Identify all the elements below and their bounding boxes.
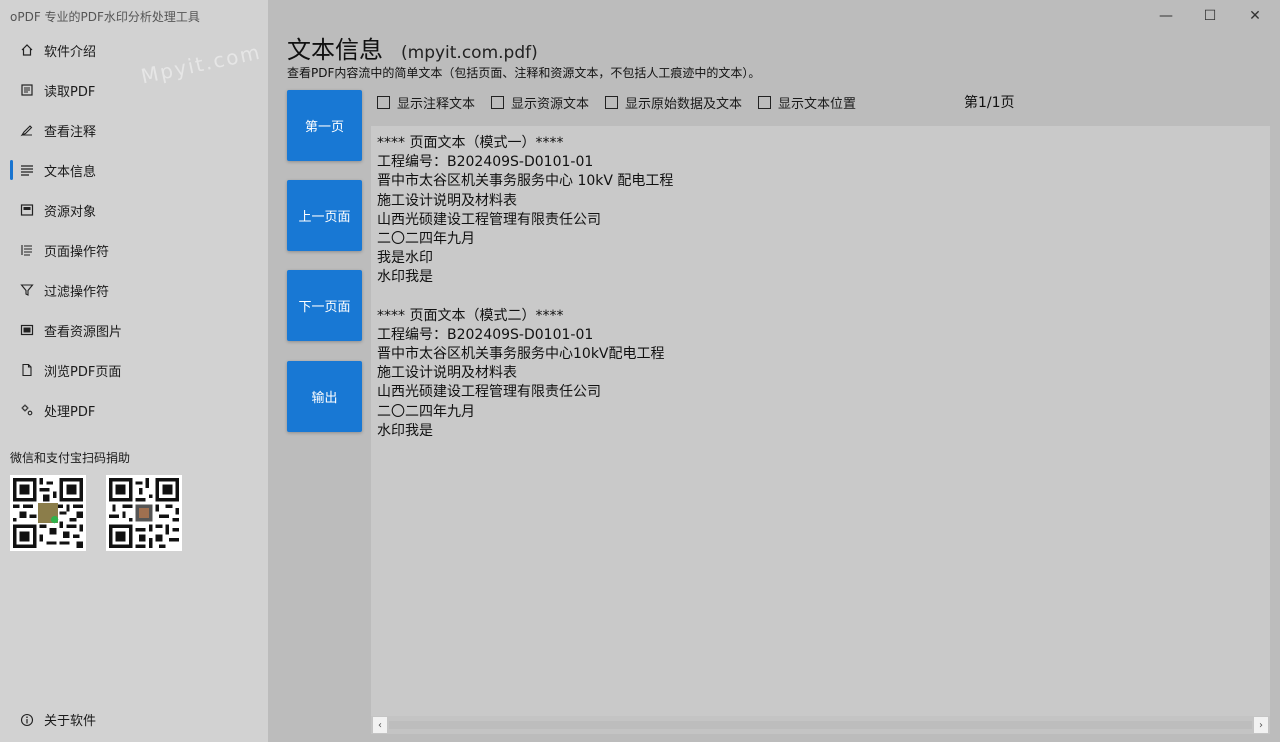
sidebar-item-label: 查看注释: [44, 124, 97, 140]
home-icon: [20, 43, 34, 57]
text-line: 晋中市太谷区机关事务服务中心10kV配电工程: [377, 346, 665, 363]
settings-icon: [20, 403, 34, 417]
edit-icon: [20, 123, 34, 137]
sidebar-item-read-pdf[interactable]: 读取PDF: [0, 70, 268, 110]
previous-page-button[interactable]: 上一页面: [287, 180, 362, 251]
filter-icon: [20, 283, 34, 297]
sidebar-item-intro[interactable]: 软件介绍: [0, 30, 268, 70]
page-title: 文本信息: [287, 36, 383, 64]
text-line: **** 页面文本（模式一）****: [377, 135, 564, 151]
sidebar-item-label: 页面操作符: [44, 244, 110, 260]
app-title: oPDF 专业的PDF水印分析处理工具: [10, 10, 200, 24]
text-line: 二〇二四年九月: [377, 403, 475, 420]
text-line: 工程编号：B202409S-D0101-01: [377, 326, 594, 343]
text-line: 施工设计说明及材料表: [377, 365, 517, 382]
export-button[interactable]: 输出: [287, 361, 362, 432]
sidebar-item-label: 处理PDF: [44, 404, 96, 420]
sidebar-item-label: 文本信息: [44, 164, 97, 180]
list-icon: [20, 243, 34, 257]
sidebar-item-page-operators[interactable]: 页面操作符: [0, 230, 268, 270]
sidebar-item-annotations[interactable]: 查看注释: [0, 110, 268, 150]
page-description: 查看PDF内容流中的简单文本（包括页面、注释和资源文本，不包括人工痕迹中的文本）…: [287, 66, 761, 80]
checkbox-label: 显示原始数据及文本: [625, 97, 743, 112]
sidebar-item-label: 浏览PDF页面: [44, 364, 122, 380]
wechat-qr-code: [10, 475, 86, 551]
text-line: 水印我是: [377, 269, 433, 286]
text-lines-icon: [20, 163, 34, 177]
page-indicator: 第1/1页: [964, 95, 1015, 111]
minimize-button[interactable]: —: [1143, 4, 1189, 28]
scroll-right-icon[interactable]: ›: [1254, 717, 1268, 733]
checkbox-box[interactable]: [377, 96, 390, 109]
sidebar-item-label: 过滤操作符: [44, 284, 110, 300]
text-line: 水印我是: [377, 422, 433, 439]
close-button[interactable]: ✕: [1232, 4, 1278, 28]
show-text-position-checkbox[interactable]: 显示文本位置: [758, 93, 856, 112]
checkbox-label: 显示注释文本: [397, 97, 476, 112]
about-button[interactable]: 关于软件: [20, 710, 96, 729]
sidebar-item-text-info[interactable]: 文本信息: [0, 150, 268, 190]
text-line: 山西光硕建设工程管理有限责任公司: [377, 211, 601, 228]
sidebar-item-filter-operators[interactable]: 过滤操作符: [0, 270, 268, 310]
checkbox-label: 显示文本位置: [778, 97, 857, 112]
text-line: 二〇二四年九月: [377, 230, 475, 247]
image-icon: [20, 323, 34, 337]
text-output-panel[interactable]: **** 页面文本（模式一）**** 工程编号：B202409S-D0101-0…: [371, 126, 1270, 734]
scroll-left-icon[interactable]: ‹: [373, 717, 387, 733]
sidebar-item-label: 资源对象: [44, 204, 97, 220]
alipay-qr-code: [106, 475, 182, 551]
text-line: 施工设计说明及材料表: [377, 192, 517, 209]
maximize-button[interactable]: ☐: [1187, 4, 1233, 28]
display-options: 显示注释文本 显示资源文本 显示原始数据及文本 显示文本位置: [377, 93, 872, 112]
next-page-button[interactable]: 下一页面: [287, 270, 362, 341]
donate-label: 微信和支付宝扫码捐助: [10, 451, 131, 465]
sidebar-item-resource-images[interactable]: 查看资源图片: [0, 310, 268, 350]
sidebar-nav: 软件介绍 读取PDF 查看注释 文本信息 资源对象 页面操作符 过滤操作符 查看…: [0, 30, 268, 430]
sidebar-item-browse-pages[interactable]: 浏览PDF页面: [0, 350, 268, 390]
document-icon: [20, 83, 34, 97]
page-heading: 文本信息 (mpyit.com.pdf): [287, 30, 538, 65]
scrollbar-track[interactable]: [389, 721, 1252, 729]
text-line: 晋中市太谷区机关事务服务中心 10kV 配电工程: [377, 173, 674, 190]
sidebar-item-label: 查看资源图片: [44, 324, 123, 340]
frame-icon: [20, 203, 34, 217]
horizontal-scrollbar[interactable]: ‹ ›: [371, 716, 1270, 734]
text-line: 工程编号：B202409S-D0101-01: [377, 154, 594, 171]
first-page-button[interactable]: 第一页: [287, 90, 362, 161]
file-name: (mpyit.com.pdf): [401, 43, 538, 63]
sidebar-item-label: 读取PDF: [44, 84, 96, 100]
sidebar: oPDF 专业的PDF水印分析处理工具 软件介绍 读取PDF 查看注释 文本信息…: [0, 0, 268, 742]
show-resource-text-checkbox[interactable]: 显示资源文本: [491, 93, 589, 112]
checkbox-box[interactable]: [491, 96, 505, 109]
text-line: [377, 288, 1260, 307]
checkbox-label: 显示资源文本: [511, 97, 590, 112]
text-line: 我是水印: [377, 250, 433, 267]
text-line: 山西光硕建设工程管理有限责任公司: [377, 384, 601, 401]
show-raw-data-checkbox[interactable]: 显示原始数据及文本: [605, 93, 742, 112]
sidebar-item-process-pdf[interactable]: 处理PDF: [0, 390, 268, 430]
show-annotation-text-checkbox[interactable]: 显示注释文本: [377, 93, 475, 112]
checkbox-box[interactable]: [758, 96, 772, 109]
text-line: **** 页面文本（模式二）****: [377, 307, 564, 324]
about-label: 关于软件: [44, 714, 97, 729]
sidebar-item-resources[interactable]: 资源对象: [0, 190, 268, 230]
text-output-content[interactable]: **** 页面文本（模式一）**** 工程编号：B202409S-D0101-0…: [377, 134, 1260, 714]
info-icon: [20, 713, 34, 727]
sidebar-item-label: 软件介绍: [44, 44, 97, 60]
page-icon: [20, 363, 34, 377]
checkbox-box[interactable]: [605, 96, 619, 109]
